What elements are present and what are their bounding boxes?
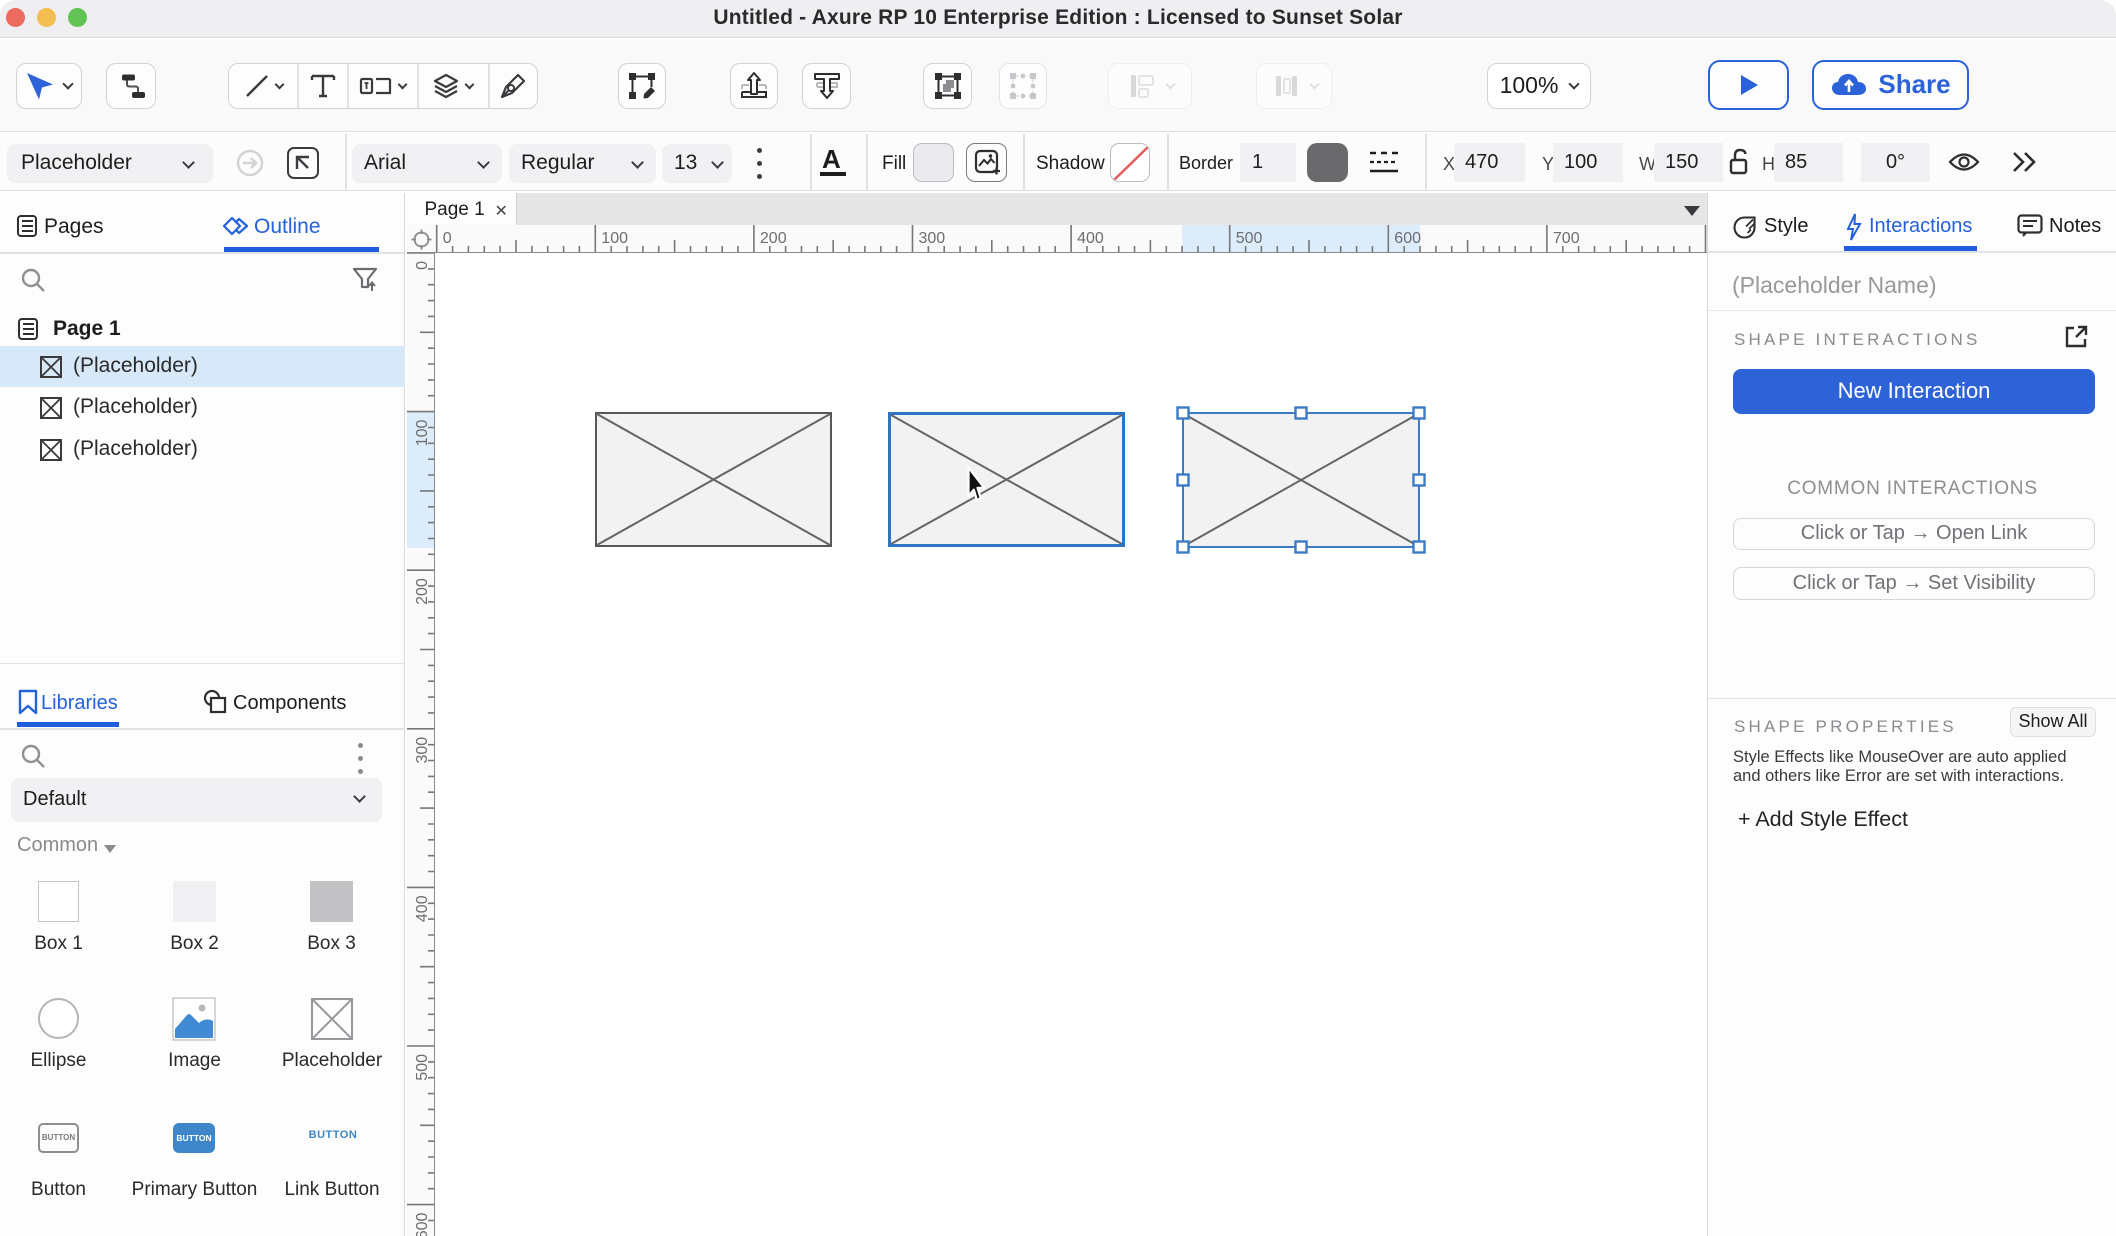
svg-text:200: 200	[414, 578, 431, 605]
svg-text:500: 500	[414, 1054, 431, 1081]
svg-text:0: 0	[443, 230, 452, 247]
svg-text:600: 600	[414, 1213, 431, 1236]
svg-text:400: 400	[414, 895, 431, 922]
svg-text:300: 300	[414, 737, 431, 764]
svg-text:100: 100	[414, 420, 431, 447]
svg-text:600: 600	[1394, 230, 1421, 247]
svg-text:300: 300	[919, 230, 946, 247]
svg-text:400: 400	[1077, 230, 1104, 247]
svg-text:0: 0	[414, 261, 431, 270]
svg-text:100: 100	[601, 230, 628, 247]
svg-text:500: 500	[1236, 230, 1263, 247]
svg-text:700: 700	[1553, 230, 1580, 247]
svg-text:200: 200	[760, 230, 787, 247]
